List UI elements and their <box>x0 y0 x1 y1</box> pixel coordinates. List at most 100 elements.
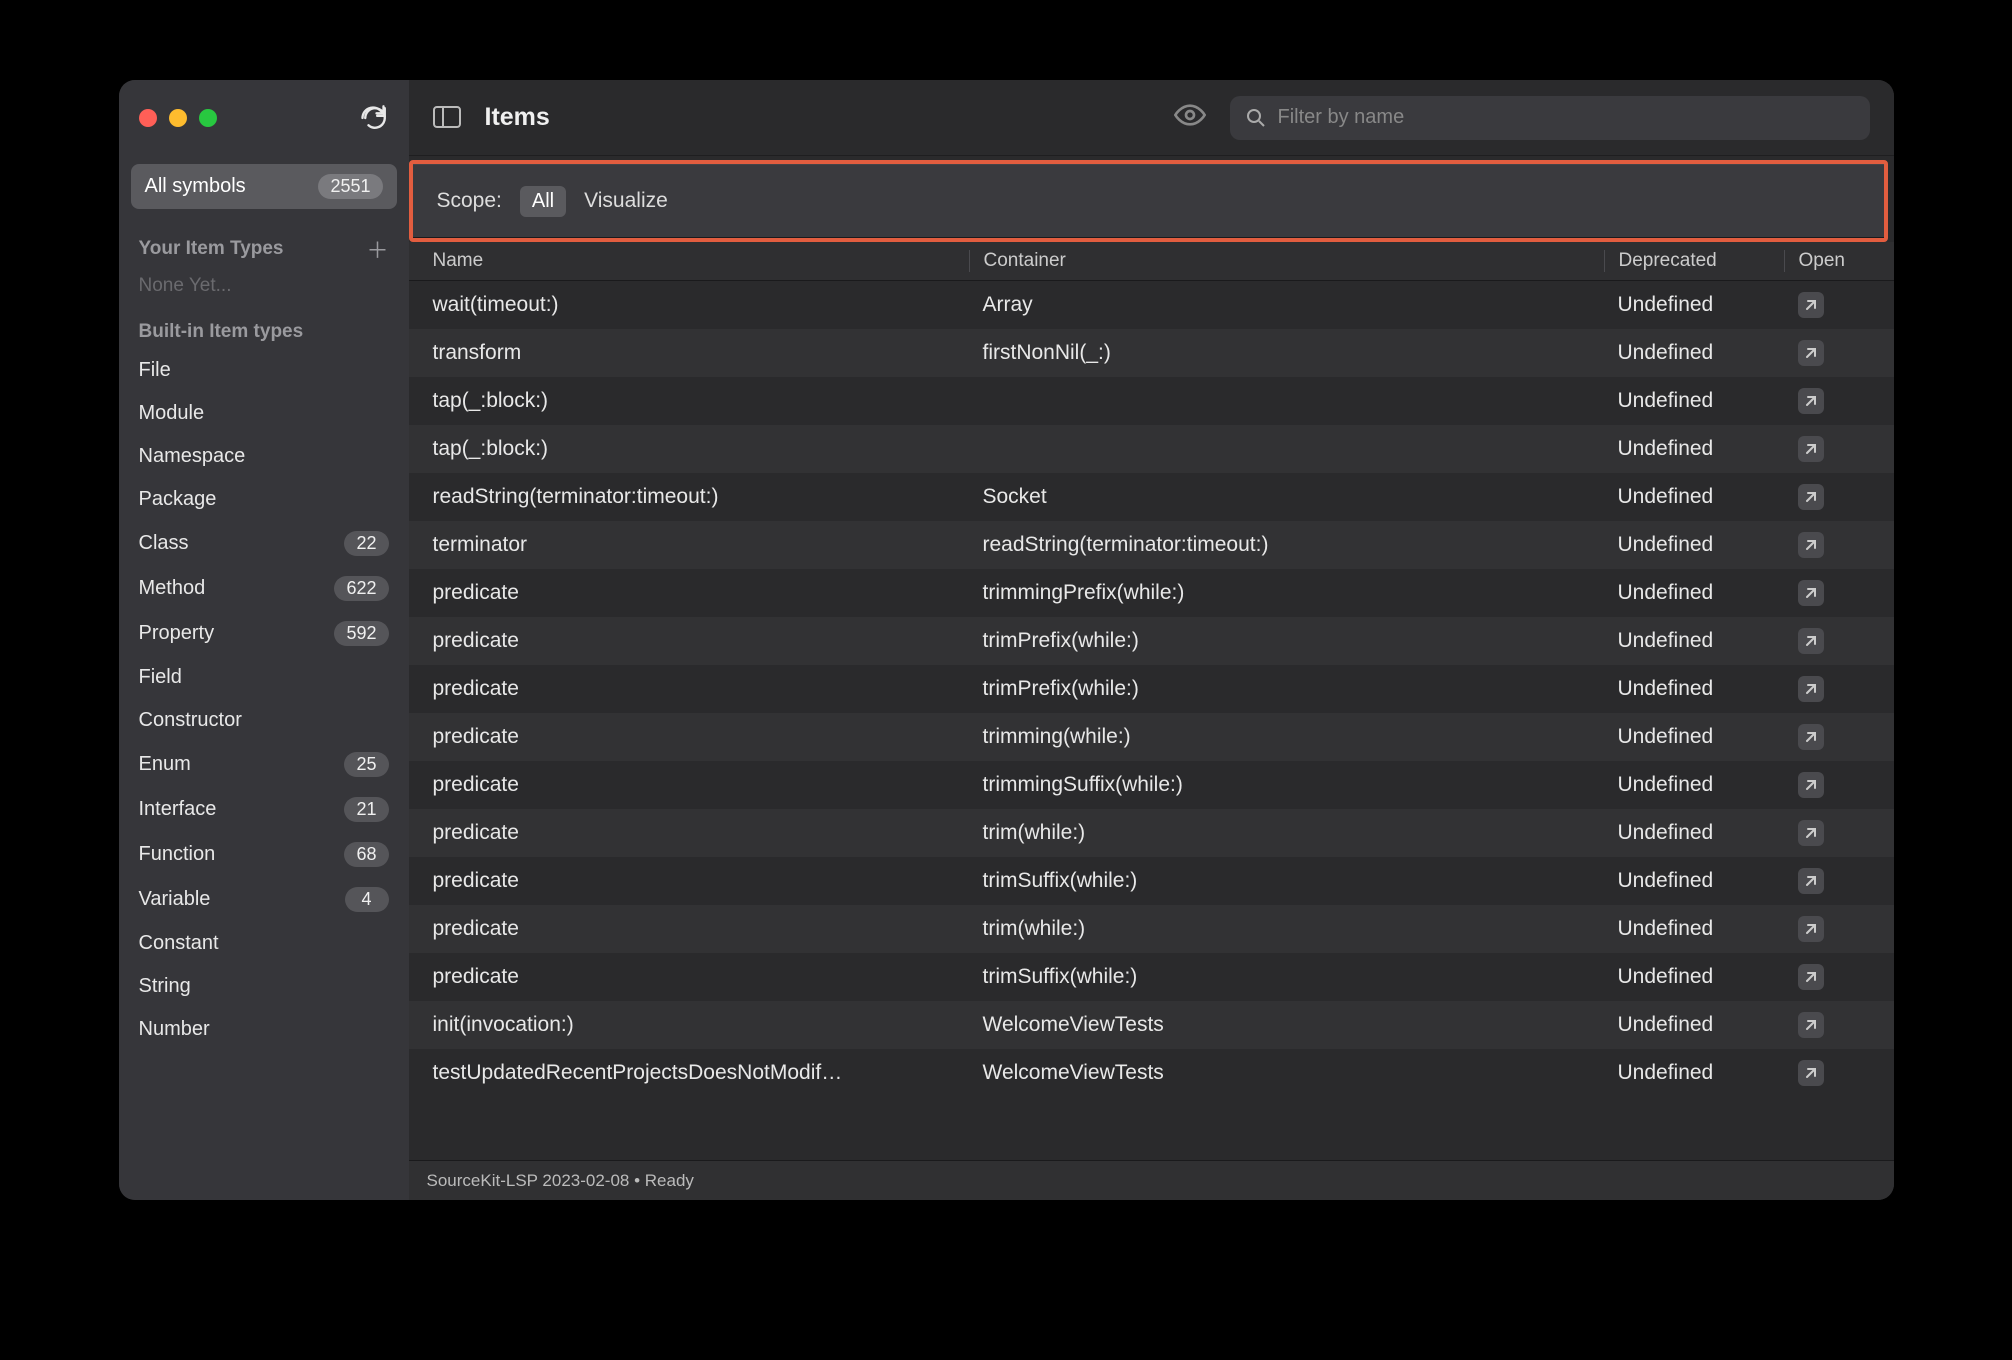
search-box[interactable] <box>1230 96 1870 140</box>
table-row[interactable]: predicatetrimPrefix(while:)Undefined <box>409 617 1894 665</box>
cell-name: predicate <box>409 869 969 893</box>
column-container[interactable]: Container <box>969 250 1604 272</box>
close-button[interactable] <box>139 109 157 127</box>
cell-deprecated: Undefined <box>1604 1061 1784 1085</box>
cell-name: predicate <box>409 581 969 605</box>
table-row[interactable]: tap(_:block:)Undefined <box>409 425 1894 473</box>
items-table: Name Container Deprecated Open wait(time… <box>409 242 1894 1160</box>
add-item-type-button[interactable]: ＋ <box>366 233 388 265</box>
builtin-types-label: Built-in Item types <box>139 321 304 343</box>
sidebar-toggle-icon[interactable] <box>433 106 461 130</box>
cell-container: trimmingPrefix(while:) <box>969 581 1604 605</box>
scope-all-chip[interactable]: All <box>520 186 566 217</box>
scope-bar-highlight: Scope: All Visualize <box>409 160 1888 242</box>
open-arrow-icon[interactable] <box>1798 1060 1824 1086</box>
table-row[interactable]: init(invocation:)WelcomeViewTestsUndefin… <box>409 1001 1894 1049</box>
your-item-types-label: Your Item Types <box>139 238 284 260</box>
type-label: Package <box>139 488 217 511</box>
type-label: Property <box>139 622 215 645</box>
scope-visualize-link[interactable]: Visualize <box>584 189 668 213</box>
cell-open <box>1784 964 1894 990</box>
cell-deprecated: Undefined <box>1604 389 1784 413</box>
sidebar-type-item[interactable]: Package <box>131 478 397 521</box>
table-row[interactable]: predicatetrimSuffix(while:)Undefined <box>409 953 1894 1001</box>
sidebar-type-item[interactable]: File <box>131 349 397 392</box>
table-row[interactable]: transformfirstNonNil(_:)Undefined <box>409 329 1894 377</box>
table-row[interactable]: testUpdatedRecentProjectsDoesNotModif…We… <box>409 1049 1894 1097</box>
open-arrow-icon[interactable] <box>1798 724 1824 750</box>
table-row[interactable]: readString(terminator:timeout:)SocketUnd… <box>409 473 1894 521</box>
sidebar-all-symbols[interactable]: All symbols 2551 <box>131 164 397 209</box>
open-arrow-icon[interactable] <box>1798 340 1824 366</box>
cell-container: trimPrefix(while:) <box>969 677 1604 701</box>
open-arrow-icon[interactable] <box>1798 292 1824 318</box>
cell-deprecated: Undefined <box>1604 965 1784 989</box>
open-arrow-icon[interactable] <box>1798 916 1824 942</box>
minimize-button[interactable] <box>169 109 187 127</box>
table-row[interactable]: predicatetrim(while:)Undefined <box>409 809 1894 857</box>
sidebar-type-item[interactable]: Variable 4 <box>131 877 397 922</box>
table-body[interactable]: wait(timeout:)ArrayUndefinedtransformfir… <box>409 281 1894 1160</box>
sidebar-type-item[interactable]: Enum25 <box>131 742 397 787</box>
table-row[interactable]: predicatetrim(while:)Undefined <box>409 905 1894 953</box>
column-open[interactable]: Open <box>1784 250 1894 272</box>
sidebar-type-item[interactable]: Constructor <box>131 699 397 742</box>
table-row[interactable]: predicatetrimSuffix(while:)Undefined <box>409 857 1894 905</box>
cell-name: transform <box>409 341 969 365</box>
open-arrow-icon[interactable] <box>1798 580 1824 606</box>
all-symbols-label: All symbols <box>145 175 246 198</box>
cell-deprecated: Undefined <box>1604 629 1784 653</box>
cell-open <box>1784 724 1894 750</box>
table-row[interactable]: predicatetrimming(while:)Undefined <box>409 713 1894 761</box>
cell-deprecated: Undefined <box>1604 821 1784 845</box>
cell-open <box>1784 292 1894 318</box>
sidebar-type-item[interactable]: Property592 <box>131 611 397 656</box>
open-arrow-icon[interactable] <box>1798 388 1824 414</box>
open-arrow-icon[interactable] <box>1798 964 1824 990</box>
sidebar-type-item[interactable]: Constant <box>131 922 397 965</box>
table-row[interactable]: predicatetrimPrefix(while:)Undefined <box>409 665 1894 713</box>
open-arrow-icon[interactable] <box>1798 628 1824 654</box>
type-count: 4 <box>345 887 389 912</box>
sidebar-type-item[interactable]: Field <box>131 656 397 699</box>
type-count: 21 <box>344 797 388 822</box>
cell-deprecated: Undefined <box>1604 437 1784 461</box>
sidebar-type-item[interactable]: Module <box>131 392 397 435</box>
column-deprecated[interactable]: Deprecated <box>1604 250 1784 272</box>
type-label: Variable <box>139 888 211 911</box>
cell-container: trimmingSuffix(while:) <box>969 773 1604 797</box>
open-arrow-icon[interactable] <box>1798 868 1824 894</box>
cell-name: init(invocation:) <box>409 1013 969 1037</box>
column-name[interactable]: Name <box>409 250 969 272</box>
open-arrow-icon[interactable] <box>1798 1012 1824 1038</box>
sidebar-type-item[interactable]: Interface21 <box>131 787 397 832</box>
visibility-icon[interactable] <box>1174 104 1206 131</box>
maximize-button[interactable] <box>199 109 217 127</box>
open-arrow-icon[interactable] <box>1798 676 1824 702</box>
sidebar-type-item[interactable]: Function68 <box>131 832 397 877</box>
type-label: Class <box>139 532 189 555</box>
open-arrow-icon[interactable] <box>1798 484 1824 510</box>
sidebar-type-item[interactable]: Class22 <box>131 521 397 566</box>
open-arrow-icon[interactable] <box>1798 436 1824 462</box>
search-input[interactable] <box>1278 106 1854 129</box>
table-row[interactable]: tap(_:block:)Undefined <box>409 377 1894 425</box>
type-label: Constructor <box>139 709 242 732</box>
sidebar-type-item[interactable]: Number <box>131 1008 397 1051</box>
table-row[interactable]: predicatetrimmingSuffix(while:)Undefined <box>409 761 1894 809</box>
table-row[interactable]: predicatetrimmingPrefix(while:)Undefined <box>409 569 1894 617</box>
cell-deprecated: Undefined <box>1604 341 1784 365</box>
refresh-icon[interactable] <box>359 104 387 132</box>
sidebar-type-item[interactable]: String <box>131 965 397 1008</box>
open-arrow-icon[interactable] <box>1798 820 1824 846</box>
open-arrow-icon[interactable] <box>1798 772 1824 798</box>
sidebar-type-item[interactable]: Namespace <box>131 435 397 478</box>
table-row[interactable]: terminatorreadString(terminator:timeout:… <box>409 521 1894 569</box>
cell-container: trim(while:) <box>969 821 1604 845</box>
type-label: Namespace <box>139 445 246 468</box>
open-arrow-icon[interactable] <box>1798 532 1824 558</box>
sidebar-type-item[interactable]: Method622 <box>131 566 397 611</box>
main-header: Items <box>409 80 1894 156</box>
table-row[interactable]: wait(timeout:)ArrayUndefined <box>409 281 1894 329</box>
none-yet-label: None Yet... <box>131 271 397 315</box>
